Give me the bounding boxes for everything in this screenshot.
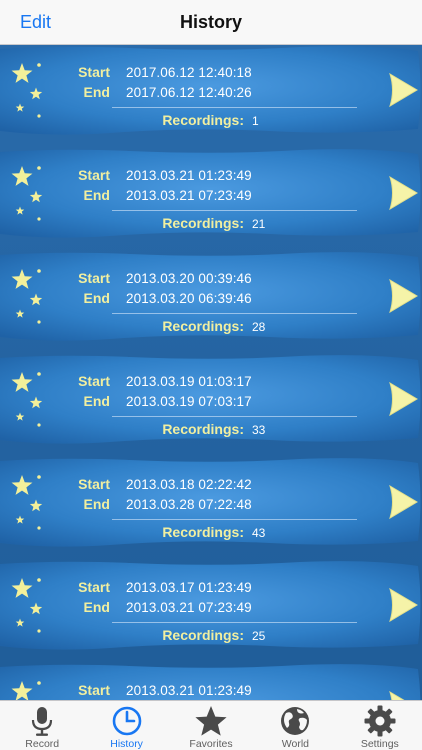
history-card[interactable]: Start 2013.03.21 01:23:49 End 2013.03.21 07… <box>0 148 422 238</box>
end-time: 2013.03.28 07:22:48 <box>126 497 252 512</box>
chevron-right-icon[interactable] <box>386 586 420 624</box>
end-label: End <box>83 84 110 100</box>
gear-icon <box>364 705 396 737</box>
card-divider <box>112 313 357 314</box>
tab-world[interactable]: World <box>253 701 337 750</box>
history-card[interactable]: Start 2017.06.12 12:40:18 End 2017.06.12 12… <box>0 45 422 135</box>
chevron-right-icon[interactable] <box>386 380 420 418</box>
history-card[interactable]: Start 2013.03.21 01:23:49 <box>0 663 422 700</box>
start-label: Start <box>78 270 110 286</box>
card-divider <box>112 416 357 417</box>
tab-favorites[interactable]: Favorites <box>169 701 253 750</box>
end-time: 2013.03.21 07:23:49 <box>126 600 252 615</box>
card-divider <box>112 210 357 211</box>
page-title: History <box>179 12 242 32</box>
tab-label-record: Record <box>25 738 60 750</box>
recordings-label: Recordings: <box>162 215 244 231</box>
end-label: End <box>83 290 110 306</box>
tab-bar: Record History Favorites World Settings <box>0 700 422 750</box>
tab-label-settings: Settings <box>360 738 399 750</box>
start-label: Start <box>78 682 110 698</box>
start-time: 2013.03.20 00:39:46 <box>126 271 252 286</box>
chevron-right-icon[interactable] <box>386 174 420 212</box>
app-window: Edit History Start 2017.06.12 12:40:18 End… <box>0 0 422 750</box>
recordings-label: Recordings: <box>162 318 244 334</box>
history-card[interactable]: Start 2013.03.20 00:39:46 End 2013.03.20 06… <box>0 251 422 341</box>
card-divider <box>112 519 357 520</box>
end-time: 2017.06.12 12:40:26 <box>126 85 252 100</box>
start-time: 2013.03.21 01:23:49 <box>126 683 252 698</box>
start-label: Start <box>78 373 110 389</box>
history-list[interactable]: Start 2017.06.12 12:40:18 End 2017.06.12 12… <box>0 45 422 700</box>
end-label: End <box>83 599 110 615</box>
history-card[interactable]: Start 2013.03.18 02:22:42 End 2013.03.28 07… <box>0 457 422 547</box>
start-time: 2017.06.12 12:40:18 <box>126 65 252 80</box>
tab-label-history: History <box>110 738 143 750</box>
star-icon <box>195 706 227 736</box>
start-time: 2013.03.19 01:03:17 <box>126 374 252 389</box>
recordings-count: 21 <box>252 217 266 231</box>
recordings-label: Recordings: <box>162 112 244 128</box>
end-time: 2013.03.19 07:03:17 <box>126 394 252 409</box>
tab-settings[interactable]: Settings <box>338 701 422 750</box>
recordings-count: 25 <box>252 629 266 643</box>
tab-label-favorites: Favorites <box>189 738 233 750</box>
end-time: 2013.03.20 06:39:46 <box>126 291 252 306</box>
recordings-count: 1 <box>252 114 259 128</box>
card-divider <box>112 107 357 108</box>
chevron-right-icon[interactable] <box>386 71 420 109</box>
recordings-count: 43 <box>252 526 266 540</box>
start-time: 2013.03.17 01:23:49 <box>126 580 252 595</box>
start-time: 2013.03.18 02:22:42 <box>126 477 252 492</box>
chevron-right-icon[interactable] <box>386 689 420 700</box>
start-label: Start <box>78 64 110 80</box>
start-label: Start <box>78 167 110 183</box>
chevron-right-icon[interactable] <box>386 483 420 521</box>
globe-icon <box>281 707 310 735</box>
tab-label-world: World <box>281 738 310 750</box>
recordings-count: 33 <box>252 423 266 437</box>
tab-history[interactable]: History <box>84 701 168 750</box>
recordings-label: Recordings: <box>162 421 244 437</box>
start-time: 2013.03.21 01:23:49 <box>126 168 252 183</box>
tab-record[interactable]: Record <box>0 701 84 750</box>
microphone-icon <box>32 707 53 736</box>
start-label: Start <box>78 579 110 595</box>
recordings-label: Recordings: <box>162 524 244 540</box>
end-label: End <box>83 393 110 409</box>
chevron-right-icon[interactable] <box>386 277 420 315</box>
navigation-bar: Edit History <box>0 0 422 45</box>
clock-icon <box>112 706 141 736</box>
end-label: End <box>83 496 110 512</box>
end-label: End <box>83 187 110 203</box>
history-card[interactable]: Start 2013.03.19 01:03:17 End 2013.03.19 07… <box>0 354 422 444</box>
recordings-count: 28 <box>252 320 266 334</box>
end-time: 2013.03.21 07:23:49 <box>126 188 252 203</box>
start-label: Start <box>78 476 110 492</box>
card-divider <box>112 622 357 623</box>
history-card[interactable]: Start 2013.03.17 01:23:49 End 2013.03.21 07… <box>0 560 422 650</box>
recordings-label: Recordings: <box>162 627 244 643</box>
